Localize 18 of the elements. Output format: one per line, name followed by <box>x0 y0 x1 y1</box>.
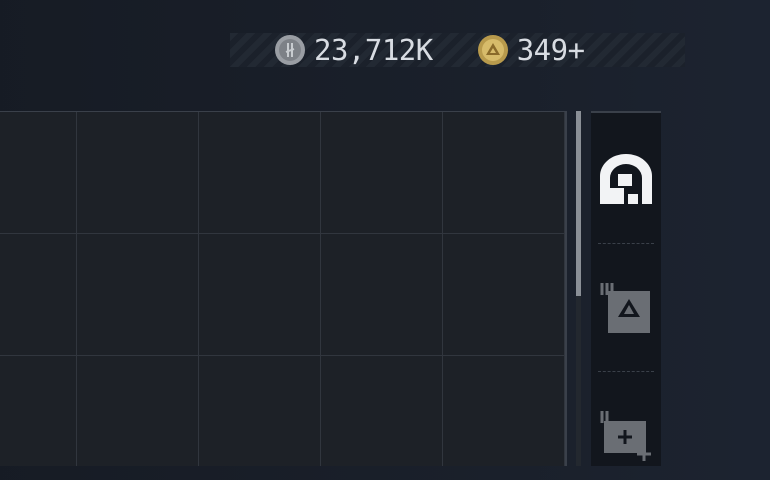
scrollbar-thumb[interactable] <box>576 111 581 296</box>
inventory-slot[interactable] <box>77 112 198 233</box>
inventory-slot[interactable] <box>77 356 198 466</box>
currency-amount: 349+ <box>516 33 585 67</box>
coin-icon <box>274 34 306 66</box>
triangle-coin-icon <box>476 34 509 66</box>
inventory-slot[interactable] <box>443 234 564 355</box>
plus-card-icon <box>598 409 654 464</box>
inventory-slot[interactable] <box>443 112 564 233</box>
inventory-slot[interactable] <box>321 112 442 233</box>
inventory-slot[interactable] <box>443 356 564 466</box>
inventory-slot[interactable] <box>199 112 320 233</box>
inventory-slot[interactable] <box>0 112 76 233</box>
inventory-slot[interactable] <box>0 356 76 466</box>
currency-amount: 23,712K <box>314 33 433 67</box>
vault-icon <box>598 152 654 206</box>
inventory-slot[interactable] <box>321 356 442 466</box>
inventory-slot[interactable] <box>199 356 320 466</box>
